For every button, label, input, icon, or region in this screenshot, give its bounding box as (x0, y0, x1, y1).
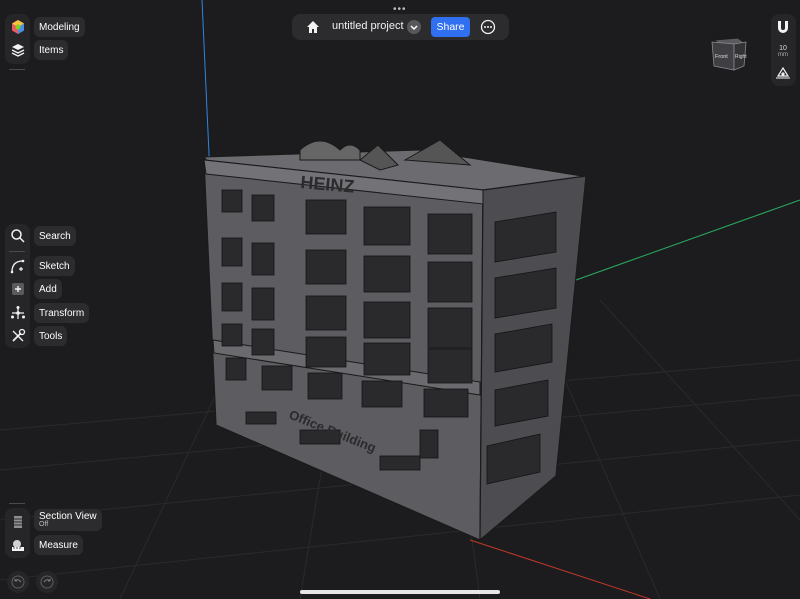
section-view-status: Off (39, 521, 49, 529)
chevron-down-icon (407, 20, 421, 34)
add-icon (12, 283, 24, 295)
project-title[interactable]: untitled project (332, 20, 404, 32)
redo-icon (40, 575, 54, 589)
add-button[interactable] (7, 278, 29, 300)
top-toolbar: untitled project Share (292, 14, 509, 40)
home-icon (307, 21, 319, 33)
modeling-button[interactable] (7, 16, 29, 38)
home-button[interactable] (302, 16, 324, 38)
sketch-label[interactable]: Sketch (34, 256, 75, 276)
bottom-divider (9, 503, 25, 504)
project-menu-button[interactable] (404, 17, 424, 37)
items-label[interactable]: Items (34, 40, 69, 60)
left-top-divider (9, 69, 25, 70)
section-view-toggle[interactable]: Section View Off (34, 509, 102, 531)
transform-label[interactable]: Transform (34, 303, 90, 323)
more-button[interactable] (477, 16, 499, 38)
search-button[interactable] (7, 225, 29, 247)
grid-scale-unit: mm (778, 51, 788, 58)
search-label[interactable]: Search (34, 226, 76, 246)
modeling-icon (12, 20, 24, 34)
tools-button[interactable] (7, 325, 29, 347)
section-view-icon (14, 516, 22, 528)
undo-button[interactable] (7, 571, 29, 593)
transform-icon (11, 306, 25, 319)
measure-button[interactable] (7, 534, 29, 556)
building-model[interactable]: HEINZ Office Building (202, 139, 589, 542)
sketch-icon (10, 259, 25, 274)
more-icon (480, 19, 496, 35)
transform-button[interactable] (7, 302, 29, 324)
3d-viewport[interactable]: HEINZ Office Building (0, 0, 800, 599)
undo-icon (11, 575, 25, 589)
search-icon (11, 229, 25, 243)
tools-label[interactable]: Tools (34, 326, 68, 346)
redo-button[interactable] (36, 571, 58, 593)
view-cube[interactable]: Front Right (706, 34, 750, 74)
modeling-label[interactable]: Modeling (34, 17, 85, 37)
view-cube-options-icon (776, 66, 790, 79)
share-button[interactable]: Share (431, 17, 470, 37)
measure-label[interactable]: Measure (34, 535, 83, 555)
view-cube-right-label: Right (735, 54, 747, 60)
layers-icon (11, 44, 25, 57)
sketch-button[interactable] (7, 255, 29, 277)
grid-scale[interactable]: 10 mm (772, 40, 794, 62)
home-indicator[interactable] (300, 590, 500, 594)
section-view-button[interactable] (7, 511, 29, 533)
measure-icon (12, 540, 24, 551)
view-options-button[interactable] (772, 62, 794, 84)
view-cube-front-label: Front (715, 54, 728, 60)
wrench-icon (12, 328, 26, 342)
tools-divider (9, 251, 25, 252)
items-button[interactable] (7, 39, 29, 61)
grid-scale-value: 10 (779, 44, 787, 52)
magnet-icon (778, 21, 788, 33)
snap-button[interactable] (772, 16, 794, 38)
add-label[interactable]: Add (34, 279, 62, 299)
